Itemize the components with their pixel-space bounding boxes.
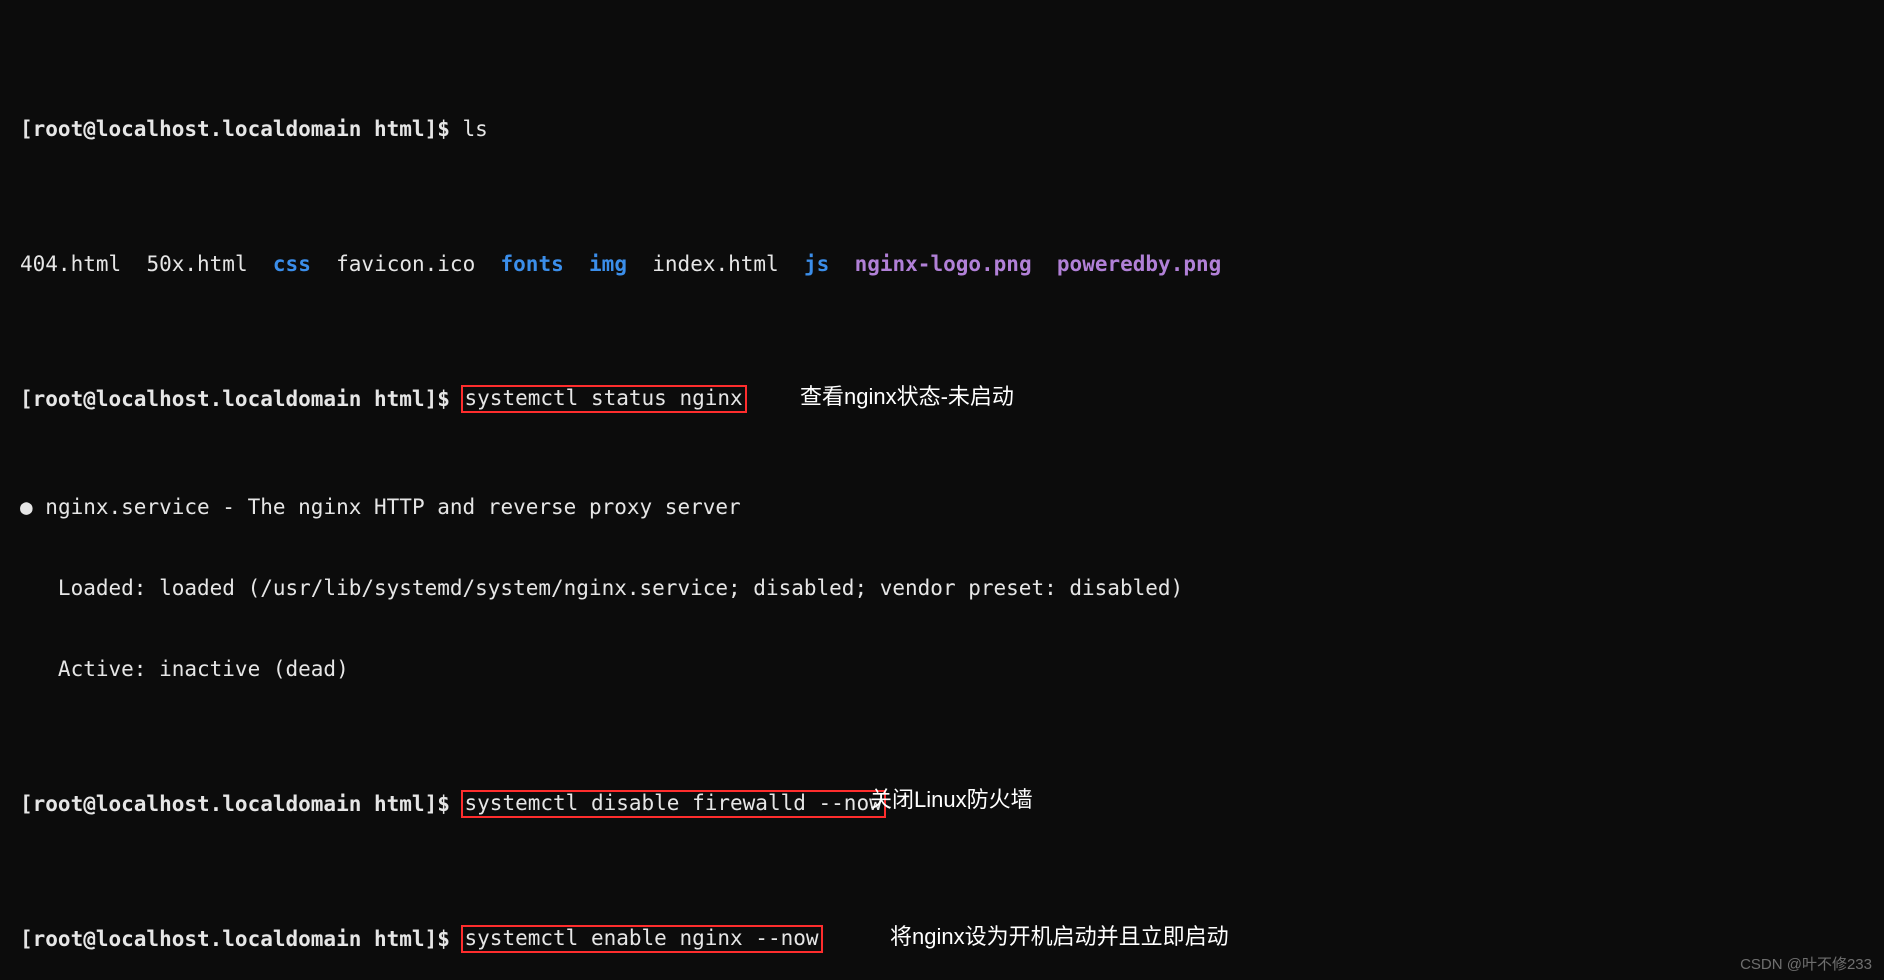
file: 404.html <box>20 252 121 276</box>
command-text: systemctl status nginx <box>465 386 743 410</box>
terminal-window[interactable]: [root@localhost.localdomain html]$ ls 40… <box>0 0 1884 980</box>
file: index.html <box>652 252 778 276</box>
status-bullet-icon <box>20 495 33 519</box>
dir: js <box>804 252 829 276</box>
ls-output: 404.html 50x.html css favicon.ico fonts … <box>20 251 1864 278</box>
annotation: 查看nginx状态-未启动 <box>800 386 1014 408</box>
shell-prompt: [root@localhost.localdomain html]$ <box>20 117 463 141</box>
service-active: Active: inactive (dead) <box>20 656 1864 683</box>
shell-prompt: [root@localhost.localdomain html]$ <box>20 792 463 816</box>
dir: fonts <box>501 252 564 276</box>
command-text: systemctl disable firewalld --now <box>465 791 882 815</box>
prompt-line: [root@localhost.localdomain html]$ syste… <box>20 791 1864 818</box>
watermark-text: CSDN @叶不修233 <box>1740 953 1872 974</box>
prompt-line: [root@localhost.localdomain html]$ ls <box>20 116 1864 143</box>
annotation: 关闭Linux防火墙 <box>870 789 1033 811</box>
highlighted-command: systemctl status nginx <box>461 385 747 413</box>
annotation: 将nginx设为开机启动并且立即启动 <box>890 926 1229 948</box>
image-file: poweredby.png <box>1057 252 1221 276</box>
shell-prompt: [root@localhost.localdomain html]$ <box>20 927 463 951</box>
file: 50x.html <box>146 252 247 276</box>
dir: img <box>589 252 627 276</box>
shell-prompt: [root@localhost.localdomain html]$ <box>20 387 463 411</box>
service-header: nginx.service - The nginx HTTP and rever… <box>20 494 1864 521</box>
command-text: systemctl enable nginx --now <box>465 926 819 950</box>
output-text: nginx.service - The nginx HTTP and rever… <box>33 495 741 519</box>
prompt-line: [root@localhost.localdomain html]$ syste… <box>20 926 1864 953</box>
highlighted-command: systemctl disable firewalld --now <box>461 790 886 818</box>
prompt-line: [root@localhost.localdomain html]$ syste… <box>20 386 1864 413</box>
highlighted-command: systemctl enable nginx --now <box>461 925 823 953</box>
image-file: nginx-logo.png <box>855 252 1032 276</box>
file: favicon.ico <box>336 252 475 276</box>
service-loaded: Loaded: loaded (/usr/lib/systemd/system/… <box>20 575 1864 602</box>
command-text: ls <box>463 117 488 141</box>
dir: css <box>273 252 311 276</box>
